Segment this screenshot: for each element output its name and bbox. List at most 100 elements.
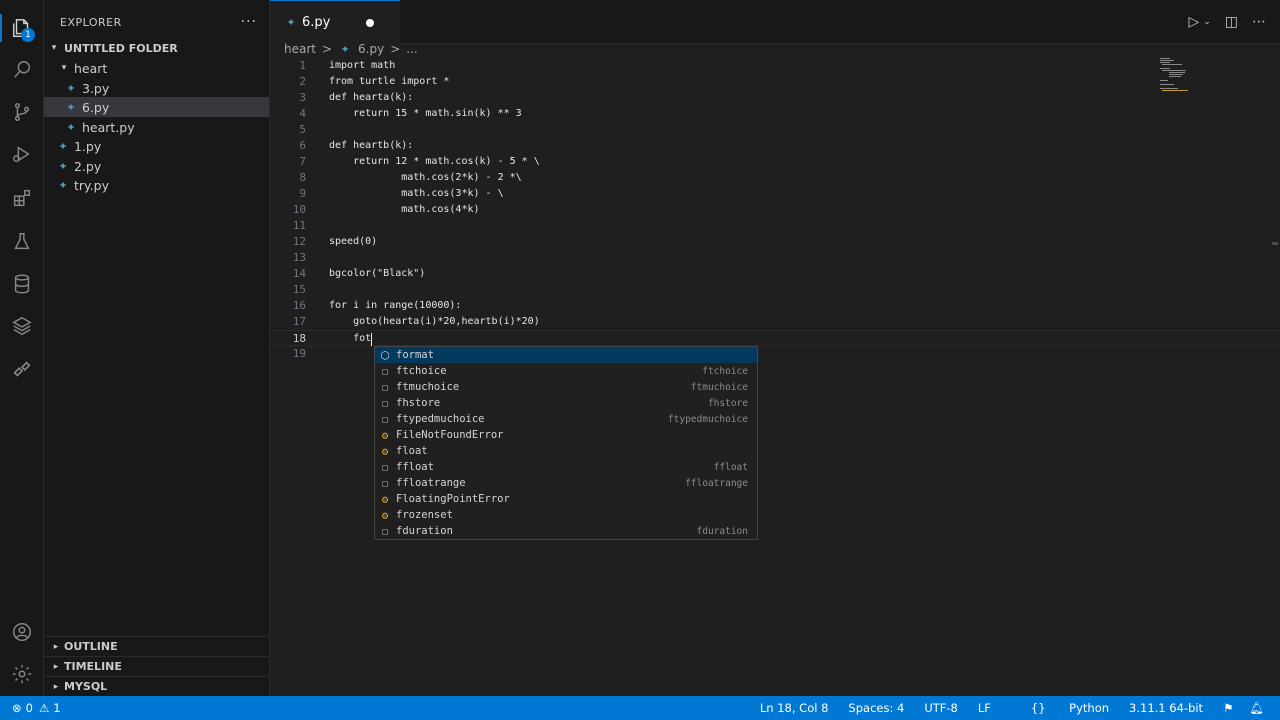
breadcrumb-folder[interactable]: heart: [284, 42, 316, 56]
breadcrumb-separator: >: [390, 42, 401, 56]
workspace-folder-label: UNTITLED FOLDER: [64, 41, 178, 55]
tree-item-label: 2.py: [74, 158, 102, 174]
suggestion-item[interactable]: ⬡ format: [375, 347, 757, 363]
split-editor-icon[interactable]: ◫: [1225, 14, 1238, 30]
timeline-section[interactable]: ▸ TIMELINE: [44, 656, 269, 676]
warning-count: 1: [53, 701, 61, 715]
suggestion-item[interactable]: ☐ ftmuchoice ftmuchoice: [375, 379, 757, 395]
tree-item-try-py[interactable]: ✦ try.py: [44, 175, 269, 195]
code-line[interactable]: 12 speed(0): [270, 234, 1280, 250]
code-line[interactable]: 15: [270, 282, 1280, 298]
explorer-sidebar: EXPLORER ··· ▾ UNTITLED FOLDER ▾ heart ✦…: [44, 0, 270, 696]
suggestion-item[interactable]: ☐ fduration fduration: [375, 523, 757, 539]
minimap[interactable]: [1160, 58, 1200, 92]
tree-item-heart[interactable]: ▾ heart: [44, 58, 269, 78]
status-bar: ⊗ 0 ⚠ 1 Ln 18, Col 8 Spaces: 4 UTF-8 LF …: [0, 696, 1280, 720]
python-file-icon: ✦: [340, 42, 350, 56]
code-text: return 15 * math.sin(k) ** 3: [329, 108, 522, 119]
source-control-icon[interactable]: [0, 92, 44, 132]
tree-item-heart-py[interactable]: ✦ heart.py: [44, 117, 269, 137]
run-icon[interactable]: ▷: [1188, 14, 1199, 30]
explorer-title: EXPLORER: [60, 15, 122, 29]
search-icon[interactable]: [0, 50, 44, 90]
cursor-position[interactable]: Ln 18, Col 8: [760, 701, 829, 715]
suggestion-label: ffloatrange: [396, 477, 466, 489]
interpreter[interactable]: 3.11.1 64-bit: [1129, 701, 1203, 715]
breadcrumb-more[interactable]: ...: [406, 42, 417, 56]
account-icon[interactable]: [0, 612, 44, 652]
chevron-down-icon[interactable]: ⌄: [1203, 17, 1211, 27]
suggestion-item[interactable]: ☐ ffloatrange ffloatrange: [375, 475, 757, 491]
square-icon: ☐: [381, 412, 389, 426]
suggestion-label: format: [396, 349, 434, 361]
suggestion-item[interactable]: ⚙ FloatingPointError: [375, 491, 757, 507]
suggestion-item[interactable]: ☐ ffloat ffloat: [375, 459, 757, 475]
line-number: 16: [292, 299, 306, 312]
code-text: math.cos(4*k): [329, 204, 480, 215]
suggestion-item[interactable]: ☐ fhstore fhstore: [375, 395, 757, 411]
code-line[interactable]: 5: [270, 122, 1280, 138]
notifications-icon[interactable]: 🔔︎: [1249, 701, 1264, 715]
code-line[interactable]: 10 math.cos(4*k): [270, 202, 1280, 218]
cube-icon: ⬡: [380, 348, 390, 362]
code-line[interactable]: 1 import math: [270, 58, 1280, 74]
class-icon: ⚙: [381, 508, 389, 522]
suggestion-detail: ftypedmuchoice: [667, 413, 748, 425]
settings-gear-icon[interactable]: [0, 654, 44, 694]
layers-icon[interactable]: [0, 306, 44, 346]
error-count: 0: [25, 701, 33, 715]
more-actions-icon[interactable]: ···: [241, 14, 257, 30]
suggestion-item[interactable]: ⚙ frozenset: [375, 507, 757, 523]
more-actions-icon[interactable]: ⋯: [1252, 14, 1266, 30]
code-line[interactable]: 6 def heartb(k):: [270, 138, 1280, 154]
unsaved-dot-icon[interactable]: [366, 19, 374, 27]
indentation[interactable]: Spaces: 4: [848, 701, 904, 715]
code-line[interactable]: 4 return 15 * math.sin(k) ** 3: [270, 106, 1280, 122]
suggestion-item[interactable]: ⚙ FileNotFoundError: [375, 427, 757, 443]
suggestion-label: float: [396, 445, 428, 457]
code-line[interactable]: 2 from turtle import *: [270, 74, 1280, 90]
activity-bar: 1: [0, 0, 44, 696]
code-text: fot: [329, 333, 372, 344]
tree-item-6-py[interactable]: ✦ 6.py: [44, 97, 269, 117]
explorer-icon[interactable]: 1: [0, 8, 44, 48]
code-text: speed(0): [329, 236, 378, 247]
suggestion-item[interactable]: ☐ ftchoice ftchoice: [375, 363, 757, 379]
language-mode[interactable]: {} Python: [1011, 701, 1109, 715]
code-text: math.cos(2*k) - 2 *\: [329, 172, 522, 183]
database-icon[interactable]: [0, 264, 44, 304]
problems-indicator[interactable]: ⊗ 0 ⚠ 1: [12, 701, 61, 715]
tree-item-label: try.py: [74, 177, 109, 193]
tab-6-py[interactable]: ✦ 6.py: [270, 0, 400, 44]
outline-section[interactable]: ▸ OUTLINE: [44, 636, 269, 656]
run-debug-icon[interactable]: [0, 134, 44, 174]
tree-item-3-py[interactable]: ✦ 3.py: [44, 78, 269, 98]
suggestion-detail: ftchoice: [702, 365, 748, 377]
code-line[interactable]: 9 math.cos(3*k) - \: [270, 186, 1280, 202]
code-line[interactable]: 11: [270, 218, 1280, 234]
workspace-folder[interactable]: ▾ UNTITLED FOLDER: [44, 38, 269, 58]
code-line[interactable]: 18 fot: [270, 330, 1280, 346]
feedback-icon[interactable]: ⚑: [1223, 701, 1233, 715]
encoding[interactable]: UTF-8: [924, 701, 958, 715]
breadcrumb-file[interactable]: 6.py: [358, 42, 384, 56]
line-number: 19: [292, 347, 306, 360]
code-line[interactable]: 7 return 12 * math.cos(k) - 5 * \: [270, 154, 1280, 170]
status-right: Ln 18, Col 8 Spaces: 4 UTF-8 LF {} Pytho…: [740, 701, 1264, 715]
code-line[interactable]: 17 goto(hearta(i)*20,heartb(i)*20): [270, 314, 1280, 330]
suggestion-item[interactable]: ☐ ftypedmuchoice ftypedmuchoice: [375, 411, 757, 427]
code-text: bgcolor("Black"): [329, 268, 426, 279]
tree-item-1-py[interactable]: ✦ 1.py: [44, 136, 269, 156]
code-line[interactable]: 8 math.cos(2*k) - 2 *\: [270, 170, 1280, 186]
testing-icon[interactable]: [0, 222, 44, 262]
code-line[interactable]: 14 bgcolor("Black"): [270, 266, 1280, 282]
suggestion-item[interactable]: ⚙ float: [375, 443, 757, 459]
code-line[interactable]: 13: [270, 250, 1280, 266]
extensions-icon[interactable]: [0, 178, 44, 218]
mysql-section[interactable]: ▸ MYSQL: [44, 676, 269, 696]
code-line[interactable]: 3 def hearta(k):: [270, 90, 1280, 106]
end-of-line[interactable]: LF: [978, 701, 991, 715]
remote-icon[interactable]: [0, 350, 44, 390]
code-line[interactable]: 16 for i in range(10000):: [270, 298, 1280, 314]
tree-item-2-py[interactable]: ✦ 2.py: [44, 156, 269, 176]
